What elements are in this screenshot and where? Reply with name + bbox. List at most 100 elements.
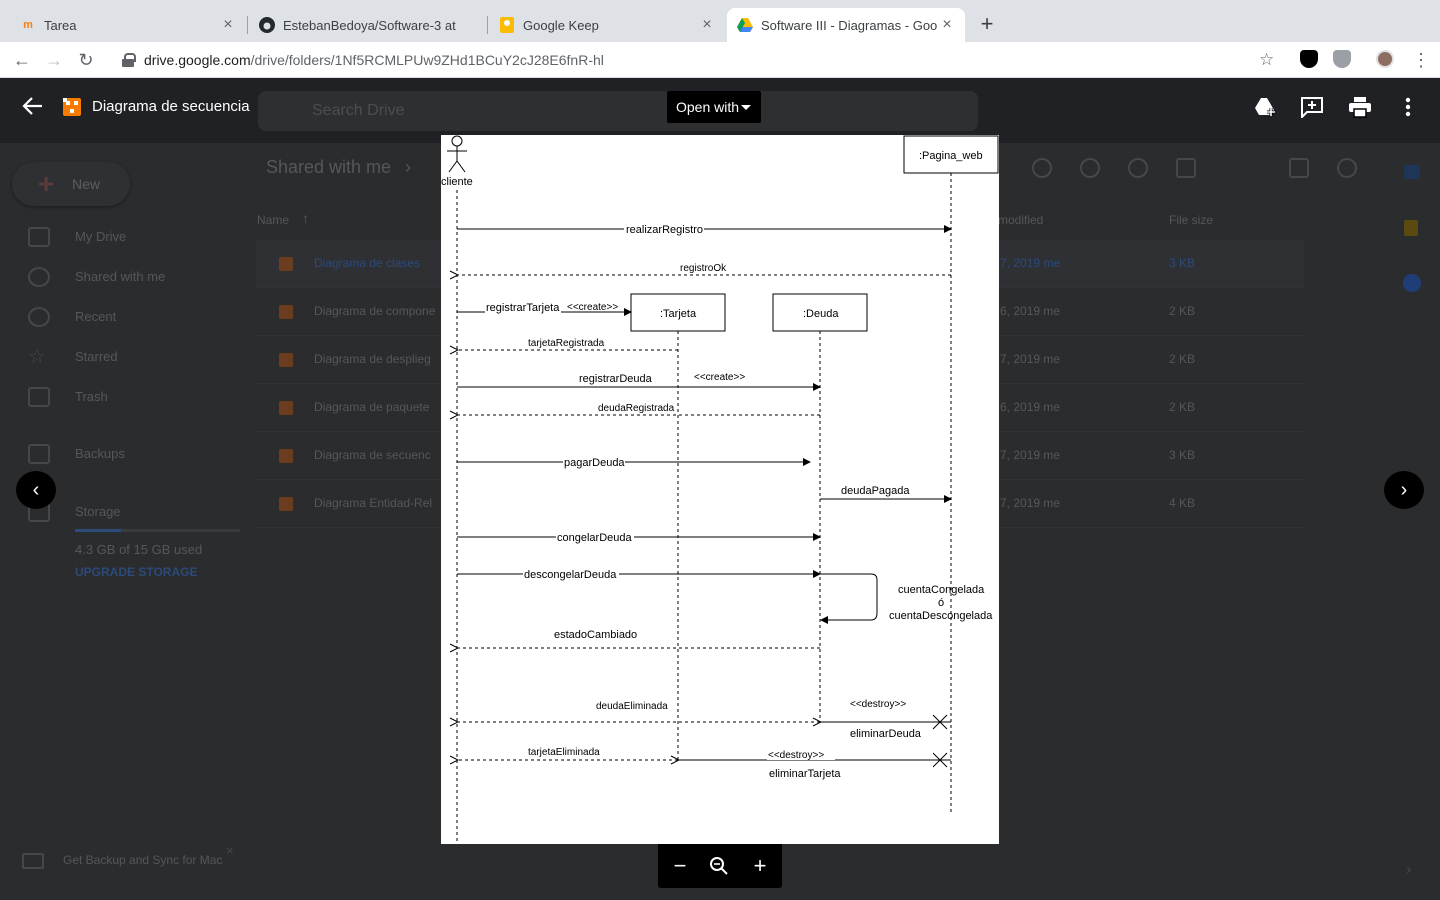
zoom-out-icon[interactable]: −	[668, 855, 692, 877]
sidebar-item-trash[interactable]: Trash	[75, 389, 108, 404]
new-tab-button[interactable]: +	[976, 13, 998, 35]
bookmark-star-icon[interactable]: ☆	[1259, 50, 1274, 70]
zoom-toolbar: − +	[658, 844, 782, 888]
open-with-button[interactable]: Open with	[667, 91, 761, 123]
message-label: registrarTarjeta	[486, 302, 560, 314]
add-comment-icon[interactable]	[1300, 96, 1324, 118]
file-size: 3 KB	[1169, 448, 1196, 462]
message-label: deudaRegistrada	[598, 403, 675, 414]
storage-bar	[75, 529, 240, 532]
message-label: cuentaDescongelada	[889, 610, 993, 622]
zoom-in-icon[interactable]: +	[748, 855, 772, 877]
link-icon[interactable]	[1032, 158, 1052, 178]
drawio-file-icon	[279, 353, 293, 367]
object-label: :Tarjeta	[660, 308, 697, 320]
add-person-icon[interactable]	[1080, 158, 1100, 178]
sort-up-icon[interactable]: ↑	[302, 210, 309, 226]
column-header-modified[interactable]: modified	[998, 213, 1043, 227]
keep-icon[interactable]	[1404, 220, 1418, 236]
forward-icon[interactable]: →	[44, 50, 64, 70]
message-label: eliminarDeuda	[850, 728, 922, 740]
browser-toolbar: ← → ↻ drive.google.com/drive/folders/1Nf…	[0, 42, 1440, 78]
profile-avatar[interactable]	[1376, 50, 1394, 68]
file-modified: 7, 2019 me	[1000, 352, 1061, 366]
back-icon[interactable]: ←	[12, 50, 32, 70]
new-button[interactable]: + New	[12, 162, 130, 206]
more-options-icon[interactable]	[1396, 96, 1420, 118]
file-modified: 7, 2019 me	[1000, 496, 1061, 510]
drawio-file-icon	[63, 98, 81, 116]
message-label: eliminarTarjeta	[769, 768, 841, 780]
trash-icon	[28, 387, 50, 407]
reload-icon[interactable]: ↻	[76, 50, 96, 70]
tab-separator	[247, 16, 248, 34]
backup-promo[interactable]: Get Backup and Sync for Mac	[63, 853, 223, 868]
drawio-file-icon	[279, 401, 293, 415]
trash-icon[interactable]	[1176, 158, 1196, 178]
drawio-file-icon	[279, 497, 293, 511]
stereotype-label: <<destroy>>	[768, 750, 824, 761]
add-to-drive-icon[interactable]	[1253, 96, 1277, 118]
url-path: /drive/folders/1Nf5RCMLPUw9ZHd1BCuY2cJ28…	[250, 52, 604, 68]
sidebar-item-my-drive[interactable]: My Drive	[75, 229, 126, 244]
stereotype-label: <<create>>	[694, 372, 745, 383]
message-label: registroOk	[680, 263, 727, 274]
print-icon[interactable]	[1348, 96, 1372, 118]
chevron-right-icon[interactable]: ›	[1406, 861, 1411, 879]
browser-tab[interactable]: Google Keep ×	[489, 8, 725, 42]
self-message-arrow	[820, 573, 878, 624]
storage-used: 4.3 GB of 15 GB used	[75, 542, 203, 557]
upgrade-storage-link[interactable]: UPGRADE STORAGE	[75, 565, 197, 579]
tab-title: Software III - Diagramas - Goo	[761, 17, 938, 33]
info-icon[interactable]	[1337, 158, 1357, 178]
new-label: New	[72, 176, 101, 192]
message-label: pagarDeuda	[564, 457, 625, 469]
object-label: :Deuda	[803, 308, 839, 320]
tasks-icon[interactable]	[1403, 274, 1421, 292]
sidebar-item-backups[interactable]: Backups	[75, 446, 125, 461]
sidebar-item-starred[interactable]: Starred	[75, 349, 118, 364]
close-icon[interactable]: ×	[226, 843, 234, 858]
message-label: ó	[938, 597, 944, 609]
file-name: Diagrama de clases	[314, 256, 421, 270]
file-modified: 6, 2019 me	[1000, 400, 1061, 414]
close-icon[interactable]: ×	[220, 17, 236, 33]
browser-tab[interactable]: m Tarea ×	[10, 8, 246, 42]
browser-menu-icon[interactable]: ⋮	[1412, 50, 1430, 70]
address-bar[interactable]: drive.google.com/drive/folders/1Nf5RCMLP…	[110, 45, 1290, 75]
file-size: 2 KB	[1169, 400, 1196, 414]
drawio-file-icon	[279, 449, 293, 463]
browser-tab[interactable]: EstebanBedoya/Software-3 at	[249, 8, 487, 42]
column-header-name[interactable]: Name	[257, 213, 289, 227]
back-arrow-icon[interactable]	[22, 95, 44, 117]
shield-extension-icon[interactable]	[1300, 50, 1318, 68]
sidebar-item-shared[interactable]: Shared with me	[75, 269, 165, 284]
breadcrumb[interactable]: Shared with me	[266, 157, 391, 178]
shield-extension-icon[interactable]	[1333, 50, 1351, 68]
file-name: Diagrama Entidad-Rel	[314, 496, 433, 510]
calendar-icon[interactable]	[1404, 165, 1420, 179]
stereotype-label: <<create>>	[567, 302, 618, 313]
message-label: registrarDeuda	[579, 373, 653, 385]
close-icon[interactable]: ×	[699, 17, 715, 33]
column-header-size[interactable]: File size	[1169, 213, 1213, 227]
tab-separator	[487, 16, 488, 34]
previous-file-button[interactable]: ‹	[16, 471, 56, 509]
star-icon: ☆	[28, 346, 46, 368]
next-file-button[interactable]: ›	[1384, 471, 1424, 509]
zoom-magnifier-icon[interactable]	[709, 856, 729, 876]
sidebar-item-storage[interactable]: Storage	[75, 504, 121, 519]
message-label: cuentaCongelada	[898, 584, 985, 596]
file-name: Diagrama de secuenc	[314, 448, 431, 462]
preview-eye-icon[interactable]	[1128, 158, 1148, 178]
my-drive-icon	[28, 227, 50, 247]
file-modified: 7, 2019 me	[1000, 256, 1061, 270]
diagram-preview: cliente :Pagina_web :Tarjeta :Deuda real…	[441, 135, 999, 844]
grid-view-icon[interactable]	[1289, 158, 1309, 178]
browser-tab-active[interactable]: Software III - Diagramas - Goo ×	[727, 8, 965, 42]
browser-tab-strip: m Tarea × EstebanBedoya/Software-3 at Go…	[0, 0, 1440, 42]
close-icon[interactable]: ×	[939, 17, 955, 33]
sidebar-item-recent[interactable]: Recent	[75, 309, 116, 324]
message-label: tarjetaRegistrada	[528, 338, 605, 349]
plus-icon: +	[38, 168, 55, 199]
